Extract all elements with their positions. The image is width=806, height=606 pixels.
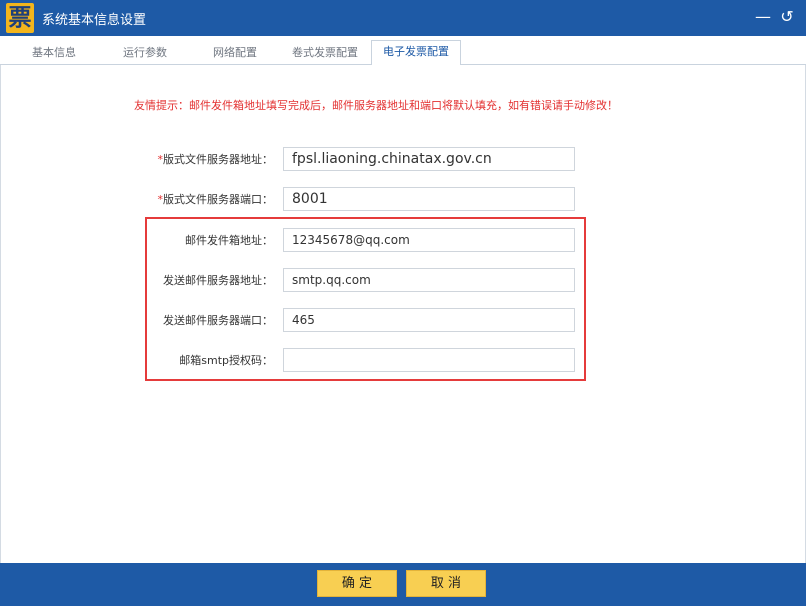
confirm-button[interactable]: 确 定	[317, 570, 397, 597]
layout-server-port-label: 版式文件服务器端口：	[163, 193, 273, 206]
smtp-auth-code-label: 邮箱smtp授权码：	[179, 354, 273, 367]
minimize-icon[interactable]: —	[752, 6, 774, 28]
window-title: 系统基本信息设置	[42, 13, 147, 28]
smtp-server-address-input[interactable]: smtp.qq.com	[283, 268, 575, 292]
app-logo-icon: 票	[6, 3, 34, 33]
field-row-smtp-server-port: 发送邮件服务器端口： 465	[1, 306, 806, 334]
smtp-server-address-label: 发送邮件服务器地址：	[163, 274, 273, 287]
smtp-auth-code-input[interactable]	[283, 348, 575, 372]
smtp-server-port-label: 发送邮件服务器端口：	[163, 314, 273, 327]
cancel-button[interactable]: 取 消	[406, 570, 486, 597]
tab-roll-invoice-config[interactable]: 卷式发票配置	[282, 42, 368, 64]
tab-run-params[interactable]: 运行参数	[103, 42, 187, 64]
field-row-smtp-server-address: 发送邮件服务器地址： smtp.qq.com	[1, 266, 806, 294]
layout-server-address-input[interactable]: fpsl.liaoning.chinatax.gov.cn	[283, 147, 575, 171]
layout-server-port-input[interactable]: 8001	[283, 187, 575, 211]
sender-email-label: 邮件发件箱地址：	[185, 234, 273, 247]
field-row-layout-server-address: *版式文件服务器地址： fpsl.liaoning.chinatax.gov.c…	[1, 145, 806, 173]
back-icon[interactable]: ↺	[776, 6, 798, 28]
field-row-layout-server-port: *版式文件服务器端口： 8001	[1, 185, 806, 213]
tab-network-config[interactable]: 网络配置	[193, 42, 277, 64]
tab-basic-info[interactable]: 基本信息	[12, 42, 96, 64]
tab-e-invoice-config[interactable]: 电子发票配置	[371, 40, 461, 66]
tab-bar: 基本信息 运行参数 网络配置 卷式发票配置 电子发票配置	[0, 36, 806, 66]
title-bar: 票 系统基本信息设置 — ↺	[0, 0, 806, 36]
notice-text: 友情提示：邮件发件箱地址填写完成后，邮件服务器地址和端口将默认填充，如有错误请手…	[134, 99, 618, 112]
smtp-server-port-input[interactable]: 465	[283, 308, 575, 332]
layout-server-address-label: 版式文件服务器地址：	[163, 153, 273, 166]
footer-bar: 确 定 取 消	[0, 563, 806, 606]
settings-panel: 友情提示：邮件发件箱地址填写完成后，邮件服务器地址和端口将默认填充，如有错误请手…	[0, 65, 806, 563]
field-row-sender-email: 邮件发件箱地址： 12345678@qq.com	[1, 226, 806, 254]
field-row-smtp-auth-code: 邮箱smtp授权码：	[1, 346, 806, 374]
sender-email-input[interactable]: 12345678@qq.com	[283, 228, 575, 252]
